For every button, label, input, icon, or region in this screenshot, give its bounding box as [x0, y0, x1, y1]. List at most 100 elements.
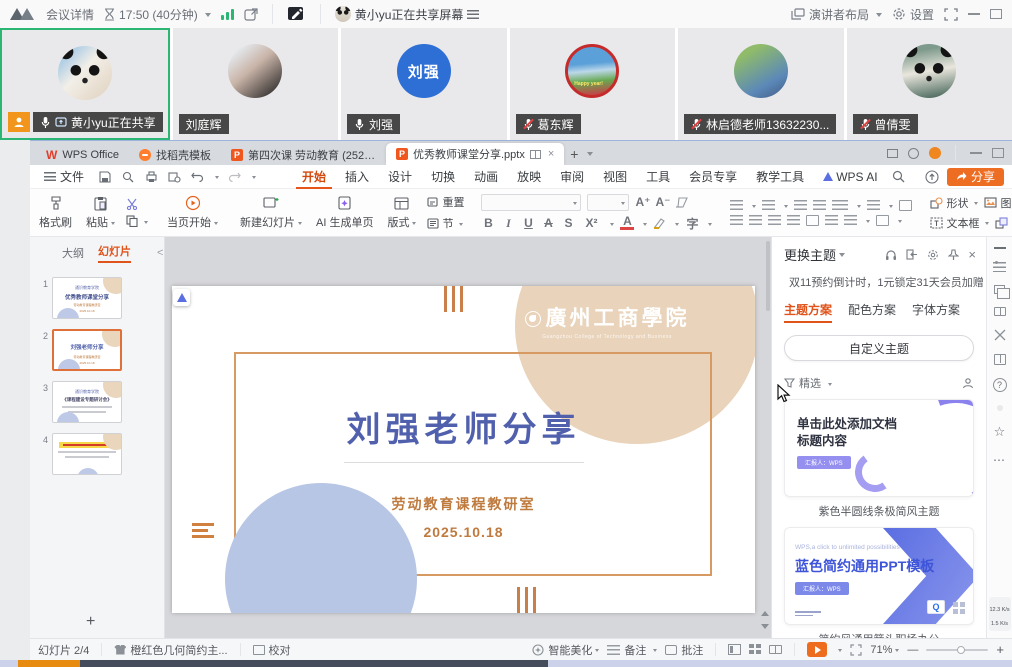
tab-document-2[interactable]: P 第四次课 劳动教育 (252601学前 [221, 144, 386, 165]
slideshow-play-button[interactable] [807, 642, 827, 657]
bullet-list-icon[interactable] [730, 200, 743, 210]
play-from-current-button[interactable]: 当页开始 [160, 191, 225, 234]
annotation-pen-icon[interactable] [287, 6, 306, 22]
collapse-rail-button[interactable] [994, 247, 1006, 249]
close-tab-icon[interactable]: × [548, 148, 554, 160]
theme-card-purple[interactable]: 单击此处添加文档标题内容 汇报人：WPS [784, 399, 974, 497]
increase-indent-icon[interactable] [813, 200, 826, 210]
tab-font-scheme[interactable]: 字体方案 [912, 301, 960, 323]
strikethrough-button[interactable]: A [541, 216, 555, 230]
picture-button[interactable]: 图片 [984, 195, 1012, 211]
text-direction-icon[interactable] [899, 200, 912, 211]
participant-tile[interactable]: 林启德老师13632230... [678, 28, 844, 140]
participant-tile[interactable]: 曾倩雯 [847, 28, 1012, 140]
align-left-icon[interactable] [730, 215, 743, 225]
slide-canvas[interactable]: 廣州工商學院 Guangzhou College of Technology a… [172, 286, 755, 613]
undo-button[interactable] [189, 170, 205, 184]
account-avatar[interactable] [929, 147, 941, 159]
phonetic-guide-icon[interactable] [832, 200, 848, 210]
collapse-panel-button[interactable]: < [157, 247, 163, 259]
slide-subtitle[interactable]: 劳动教育课程教研室 [172, 494, 755, 514]
italic-button[interactable]: I [501, 216, 515, 231]
speaker-layout-button[interactable]: 演讲者布局 [791, 6, 882, 23]
theme-card-blue[interactable]: WPS,a click to unlimited possibilities 蓝… [784, 527, 974, 625]
redo-button[interactable] [226, 170, 242, 184]
sharing-banner[interactable]: 黄小yu正在共享屏幕 [335, 6, 480, 23]
participant-tile[interactable]: 黄小yu正在共享 [0, 28, 170, 140]
minimize-button[interactable] [968, 13, 980, 15]
tab-list-chevron-icon[interactable] [587, 152, 593, 159]
indent-icon[interactable] [844, 215, 857, 225]
decrease-indent-icon[interactable] [794, 200, 807, 210]
zoom-slider-thumb[interactable] [957, 646, 965, 654]
textbox-button[interactable]: 文本框 [930, 215, 989, 231]
save-button[interactable] [97, 170, 113, 184]
tab-document-active[interactable]: P 优秀教师课堂分享.pptx × [386, 143, 564, 165]
window-layout-icon[interactable] [887, 149, 898, 158]
wps-maximize-button[interactable] [992, 148, 1004, 158]
ribbon-tab-animation[interactable]: 动画 [468, 165, 504, 189]
ribbon-tab-wps-ai[interactable]: WPS AI [817, 165, 883, 189]
canvas-scrollbar[interactable] [766, 241, 770, 311]
output-button[interactable] [120, 170, 136, 184]
ribbon-search-button[interactable] [891, 170, 907, 184]
tab-docer-templates[interactable]: 找稻壳模板 [129, 144, 221, 165]
reading-toolbar-icon[interactable] [994, 354, 1006, 365]
upload-cloud-icon[interactable] [924, 170, 940, 184]
ribbon-tab-home[interactable]: 开始 [296, 165, 332, 189]
tools-icon[interactable] [994, 329, 1006, 341]
ribbon-tab-insert[interactable]: 插入 [339, 165, 375, 189]
zoom-in-button[interactable]: + [996, 642, 1004, 657]
outline-tab[interactable]: 大纲 [62, 245, 84, 261]
help-icon[interactable]: ? [993, 378, 1007, 392]
open-window-icon[interactable] [244, 8, 258, 21]
format-painter-button[interactable]: 格式刷 [32, 191, 79, 234]
designer-icon[interactable] [962, 377, 974, 389]
wps-ai-float-button[interactable] [173, 289, 190, 306]
tab-color-scheme[interactable]: 配色方案 [848, 301, 896, 323]
slide-thumbnail-2-selected[interactable]: 刘强老师分享 劳动教育课程教研室 2025.10.18 [52, 329, 122, 371]
reading-view-button[interactable] [769, 645, 782, 654]
theme-name-button[interactable]: 橙红色几何简约主... [114, 642, 227, 658]
theme-rail-button-active[interactable] [997, 405, 1003, 411]
split-view-icon[interactable] [530, 150, 541, 159]
fit-slide-icon[interactable] [850, 644, 862, 656]
normal-view-button[interactable] [728, 644, 741, 655]
print-button[interactable] [143, 170, 159, 184]
filter-label[interactable]: 精选 [799, 375, 821, 391]
section-button[interactable]: 节 [427, 215, 464, 231]
ribbon-tab-design[interactable]: 设计 [382, 165, 418, 189]
meeting-details-button[interactable]: 会议详情 [46, 6, 94, 23]
wps-minimize-button[interactable] [970, 152, 982, 154]
customize-theme-button[interactable]: 自定义主题 [784, 335, 974, 361]
shapes-button[interactable]: 形状 [930, 195, 978, 211]
font-size-select[interactable] [587, 194, 629, 211]
smart-beautify-button[interactable]: 智能美化 [532, 642, 599, 658]
slide-title[interactable]: 刘强老师分享 [172, 402, 755, 451]
ribbon-tab-review[interactable]: 审阅 [554, 165, 590, 189]
participant-tile[interactable]: 刘强 刘强 [341, 28, 507, 140]
justify-icon[interactable] [787, 215, 800, 225]
member-promo-banner[interactable]: 双11预约倒计时，1元锁定31天会员加赠 > [772, 264, 986, 290]
tab-wps-home[interactable]: W WPS Office [36, 144, 129, 165]
redo-chevron-icon[interactable] [252, 176, 256, 181]
previous-slide-button[interactable] [761, 607, 769, 616]
ribbon-tab-member[interactable]: 会员专享 [683, 165, 743, 189]
new-slide-button[interactable]: 新建幻灯片 [233, 191, 309, 234]
settings-button[interactable]: 设置 [892, 6, 934, 23]
notes-button[interactable]: 备注 [607, 642, 657, 658]
text-shadow-button[interactable]: S [561, 216, 575, 230]
ribbon-tab-tools[interactable]: 工具 [640, 165, 676, 189]
zoom-level-button[interactable]: 71% [870, 644, 899, 656]
paste-button[interactable]: 粘贴 [79, 191, 122, 234]
participant-tile[interactable]: Happy year! 葛东辉 [510, 28, 676, 140]
align-text-icon[interactable] [876, 215, 889, 226]
new-tab-button[interactable]: + [570, 146, 578, 162]
highlight-pen-icon[interactable] [653, 217, 666, 229]
slide-thumbnail-3[interactable]: 通识教育学院 《课程建设专题研讨会》 [52, 381, 122, 423]
zoom-slider[interactable] [926, 649, 988, 651]
fullscreen-icon[interactable] [944, 8, 958, 21]
next-slide-button[interactable] [761, 624, 769, 633]
network-speed-widget[interactable]: 12.3 K/s 1.5 K/s [989, 597, 1011, 631]
skin-center-icon[interactable] [908, 148, 919, 159]
